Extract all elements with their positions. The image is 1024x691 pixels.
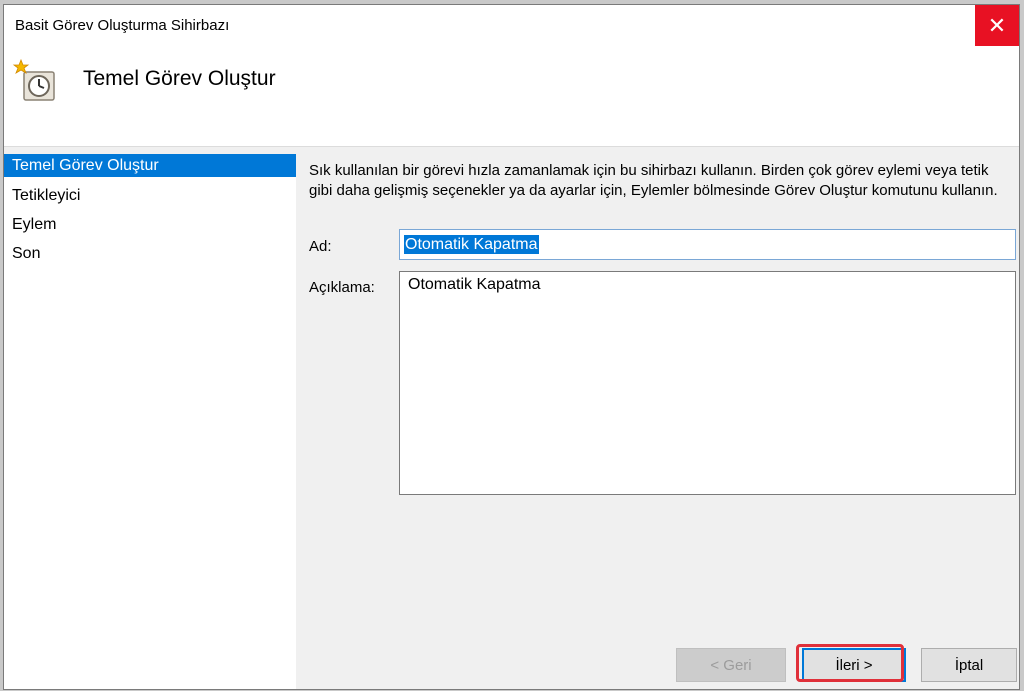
step-finish[interactable]: Son [4,241,296,270]
title-bar: Basit Görev Oluşturma Sihirbazı ✕ [4,5,1019,48]
page-heading: Temel Görev Oluştur [83,67,276,90]
step-action[interactable]: Eylem [4,212,296,241]
name-input[interactable]: Otomatik Kapatma [399,229,1016,260]
description-label: Açıklama: [309,279,375,296]
close-button[interactable]: ✕ [975,5,1019,46]
wizard-description: Sık kullanılan bir görevi hızla zamanlam… [309,162,998,199]
wizard-window: Basit Görev Oluşturma Sihirbazı ✕ Temel … [3,4,1020,690]
cancel-button[interactable]: İptal [921,648,1017,682]
next-button[interactable]: İleri > [802,648,906,682]
name-input-value: Otomatik Kapatma [404,235,539,254]
task-scheduler-icon [12,58,55,101]
back-button[interactable]: < Geri [676,648,786,682]
window-title: Basit Görev Oluşturma Sihirbazı [15,17,230,34]
wizard-content: Sık kullanılan bir görevi hızla zamanlam… [309,161,1016,495]
wizard-steps: Temel Görev Oluştur Tetikleyici Eylem So… [4,154,296,689]
close-icon: ✕ [987,12,1007,38]
step-trigger[interactable]: Tetikleyici [4,183,296,212]
name-label: Ad: [309,238,332,255]
description-textarea[interactable]: Otomatik Kapatma [399,271,1016,495]
wizard-header: Temel Görev Oluştur [4,48,1019,147]
step-create-basic-task[interactable]: Temel Görev Oluştur [4,154,296,177]
